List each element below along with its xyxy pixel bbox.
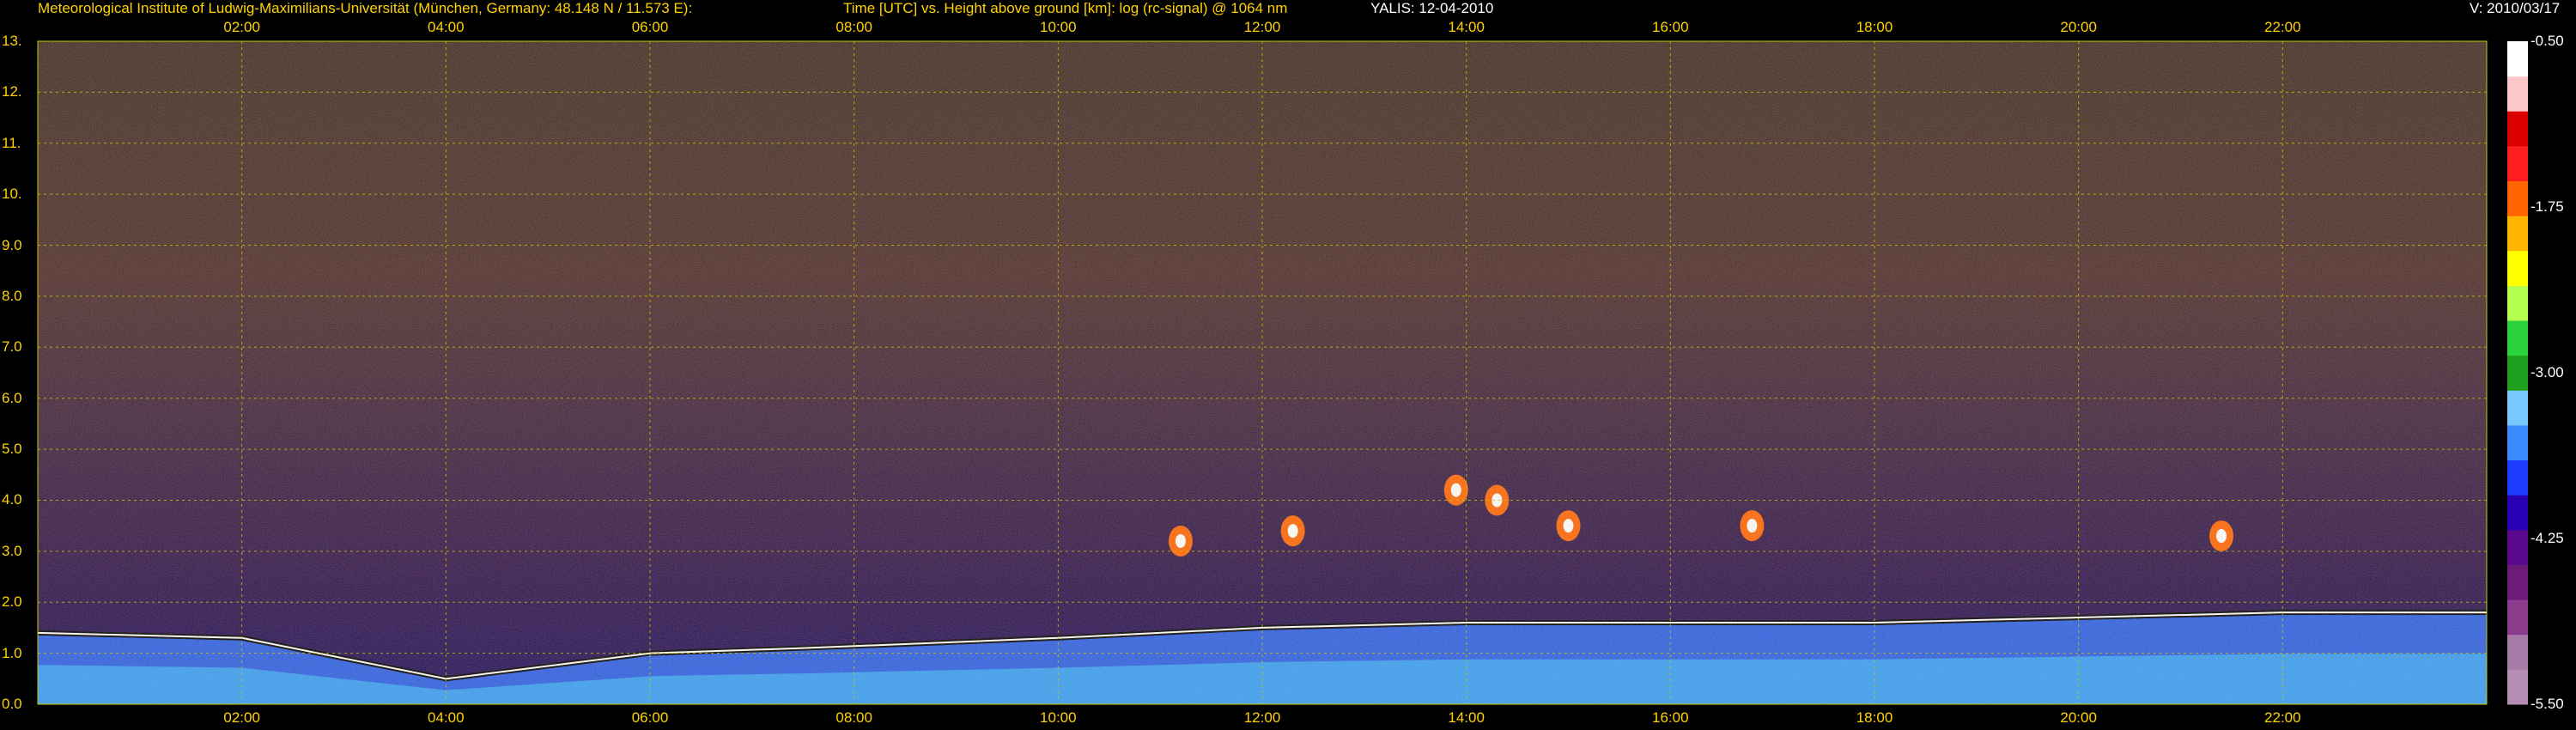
x-tick-label-bottom: 08:00	[835, 709, 872, 726]
x-tick-label-top: 06:00	[631, 19, 669, 35]
colorbar-swatch	[2507, 216, 2528, 252]
x-tick-label-top: 04:00	[428, 19, 465, 35]
y-tick-label: 12.	[2, 83, 22, 100]
colorbar-swatch	[2507, 285, 2528, 321]
colorbar-swatch	[2507, 145, 2528, 182]
x-tick-label-bottom: 14:00	[1448, 709, 1485, 726]
x-tick-label-bottom: 02:00	[223, 709, 260, 726]
colorbar-swatch	[2507, 529, 2528, 565]
x-tick-label-top: 18:00	[1856, 19, 1893, 35]
colorbar	[2507, 41, 2528, 705]
colorbar-swatch	[2507, 76, 2528, 112]
y-tick-label: 5.0	[2, 441, 22, 458]
x-tick-label-bottom: 20:00	[2060, 709, 2097, 726]
y-tick-label: 6.0	[2, 389, 22, 406]
x-tick-label-top: 02:00	[223, 19, 260, 35]
colorbar-swatch	[2507, 424, 2528, 461]
lidar-time-height-chart	[37, 40, 2528, 705]
x-tick-label-bottom: 06:00	[631, 709, 669, 726]
y-tick-label: 7.0	[2, 338, 22, 356]
x-tick-label-bottom: 12:00	[1243, 709, 1281, 726]
x-tick-label-bottom: 18:00	[1856, 709, 1893, 726]
colorbar-swatch	[2507, 250, 2528, 286]
colorbar-swatch	[2507, 41, 2528, 77]
colorbar-swatch	[2507, 180, 2528, 216]
y-tick-label: 11.	[2, 134, 21, 151]
y-tick-label: 4.0	[2, 491, 22, 508]
y-tick-label: 10.	[2, 186, 22, 203]
colorbar-swatch	[2507, 111, 2528, 147]
colorbar-tick-label: -5.50	[2530, 696, 2564, 712]
x-tick-label-bottom: 22:00	[2264, 709, 2301, 726]
colorbar-tick-label: -1.75	[2530, 198, 2564, 215]
x-tick-label-top: 12:00	[1243, 19, 1281, 35]
x-tick-label-top: 16:00	[1652, 19, 1689, 35]
colorbar-tick-label: -0.50	[2530, 33, 2564, 49]
x-tick-label-bottom: 04:00	[428, 709, 465, 726]
x-tick-label-bottom: 16:00	[1652, 709, 1689, 726]
colorbar-tick-label: -3.00	[2530, 364, 2564, 380]
x-tick-label-top: 08:00	[835, 19, 872, 35]
y-tick-label: 8.0	[2, 287, 22, 304]
colorbar-swatch	[2507, 634, 2528, 670]
colorbar-swatch	[2507, 599, 2528, 636]
colorbar-swatch	[2507, 390, 2528, 426]
y-tick-label: 13.	[2, 33, 22, 49]
y-tick-label: 9.0	[2, 236, 22, 253]
x-tick-label-top: 14:00	[1448, 19, 1485, 35]
colorbar-swatch	[2507, 320, 2528, 356]
y-tick-label: 3.0	[2, 542, 22, 559]
x-tick-label-top: 22:00	[2264, 19, 2301, 35]
x-tick-label-top: 10:00	[1040, 19, 1077, 35]
y-tick-label: 1.0	[2, 644, 22, 661]
colorbar-tick-label: -4.25	[2530, 530, 2564, 546]
colorbar-swatch	[2507, 459, 2528, 496]
colorbar-swatch	[2507, 355, 2528, 391]
x-tick-label-bottom: 10:00	[1040, 709, 1077, 726]
y-tick-label: 0.0	[2, 696, 22, 712]
x-tick-label-top: 20:00	[2060, 19, 2097, 35]
colorbar-swatch	[2507, 495, 2528, 531]
colorbar-swatch	[2507, 564, 2528, 600]
colorbar-swatch	[2507, 669, 2528, 705]
y-tick-label: 2.0	[2, 593, 22, 611]
